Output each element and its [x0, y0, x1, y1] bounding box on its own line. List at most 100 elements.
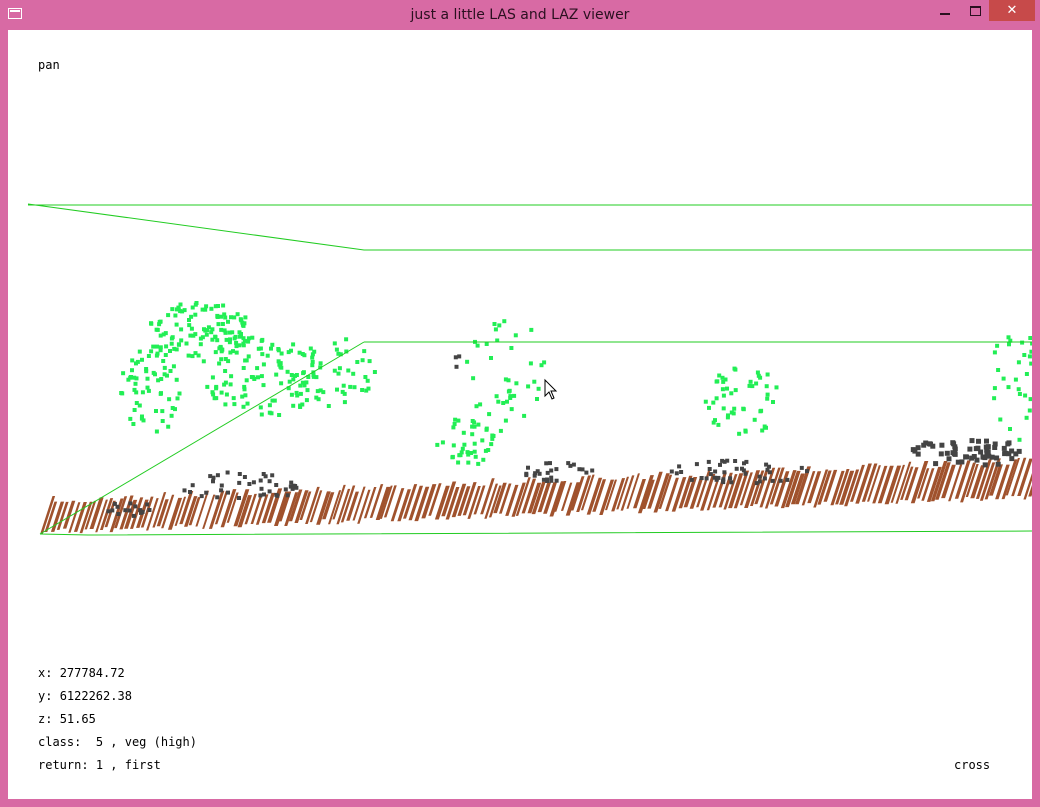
vegetation-point: [151, 344, 156, 349]
vegetation-point: [216, 304, 220, 308]
vegetation-point: [243, 315, 248, 320]
vegetation-point: [187, 318, 191, 322]
unclassified-point: [706, 459, 711, 464]
vegetation-point: [348, 384, 353, 389]
unclassified-point: [548, 461, 552, 466]
vegetation-point: [237, 330, 242, 335]
vegetation-point: [1017, 392, 1022, 396]
vegetation-point: [451, 425, 456, 430]
vegetation-point: [305, 388, 310, 393]
vegetation-point: [154, 409, 158, 413]
class-label: class:: [38, 735, 82, 749]
unclassified-point: [699, 476, 704, 480]
unclassified-point: [237, 480, 242, 485]
vegetation-point: [363, 375, 368, 379]
vegetation-point: [198, 336, 203, 341]
unclassified-point: [270, 473, 275, 478]
vegetation-point: [242, 321, 247, 326]
unclassified-point: [128, 501, 133, 506]
point-cloud-viewport[interactable]: pan x: 277784.72 y: 6122262.38 z: 51.65 …: [8, 30, 1032, 799]
vegetation-point: [342, 400, 347, 405]
vegetation-point: [221, 303, 226, 308]
vegetation-point: [130, 358, 135, 363]
vegetation-point: [160, 419, 165, 423]
unclassified-point: [204, 490, 209, 495]
vegetation-point: [187, 323, 192, 328]
vegetation-point: [1017, 437, 1022, 442]
vegetation-point: [747, 383, 752, 388]
unclassified-point: [757, 479, 762, 484]
vegetation-point: [714, 379, 719, 384]
vegetation-point: [484, 426, 489, 431]
unclassified-point: [533, 471, 538, 476]
vegetation-point: [244, 378, 249, 383]
z-coordinate-readout: z: 51.65: [38, 712, 96, 726]
minimize-button[interactable]: [930, 0, 960, 22]
unclassified-point: [984, 438, 989, 444]
vegetation-point: [528, 361, 533, 366]
unclassified-point: [571, 462, 576, 467]
vegetation-point: [470, 424, 475, 429]
vegetation-point: [501, 401, 506, 405]
vegetation-point: [471, 376, 476, 381]
vegetation-point: [720, 387, 725, 392]
return-number: 1: [95, 758, 104, 772]
unclassified-point: [992, 441, 998, 447]
vegetation-point: [215, 315, 220, 319]
vegetation-point: [231, 396, 236, 401]
vegetation-point: [209, 306, 214, 311]
vegetation-point: [535, 397, 539, 401]
vegetation-point: [1028, 336, 1032, 340]
vegetation-point: [289, 392, 294, 397]
vegetation-point: [285, 369, 290, 374]
unclassified-point: [1013, 451, 1019, 457]
vegetation-point: [490, 436, 495, 441]
vegetation-point: [289, 373, 294, 377]
unclassified-point: [131, 513, 136, 518]
vegetation-point: [310, 359, 315, 364]
vegetation-point: [733, 388, 738, 393]
vegetation-point: [522, 413, 527, 418]
vegetation-point: [765, 372, 770, 377]
vegetation-point: [308, 346, 313, 351]
vegetation-point: [131, 422, 136, 426]
vegetation-point: [336, 351, 341, 356]
vegetation-point: [1006, 385, 1011, 390]
vegetation-point: [146, 388, 151, 393]
vegetation-point: [137, 403, 142, 408]
vegetation-point: [1024, 415, 1029, 420]
vegetation-point: [721, 393, 726, 398]
point-cloud-canvas[interactable]: [8, 30, 1032, 799]
vegetation-point: [259, 374, 264, 379]
vegetation-point: [213, 334, 218, 339]
vegetation-point: [134, 361, 138, 366]
vegetation-point: [725, 386, 729, 391]
vegetation-point: [133, 381, 138, 386]
vegetation-point: [198, 342, 203, 347]
vegetation-point: [351, 371, 356, 376]
unclassified-point: [208, 474, 213, 479]
title-bar[interactable]: just a little LAS and LAZ viewer ✕: [0, 0, 1040, 30]
unclassified-point: [704, 476, 709, 481]
vegetation-point: [145, 376, 150, 381]
vegetation-point: [513, 333, 518, 338]
vegetation-point: [233, 334, 238, 339]
unclassified-point: [720, 458, 725, 463]
window-title: just a little LAS and LAZ viewer: [410, 7, 630, 23]
unclassified-point: [938, 451, 944, 457]
vegetation-point: [234, 350, 239, 355]
maximize-button[interactable]: [960, 0, 990, 22]
vegetation-point: [466, 460, 471, 465]
vegetation-point: [344, 337, 349, 342]
vegetation-point: [476, 461, 481, 466]
vegetation-point: [1007, 342, 1011, 347]
close-button[interactable]: ✕: [989, 0, 1035, 21]
vegetation-point: [748, 379, 753, 384]
unclassified-point: [1006, 440, 1012, 446]
vegetation-point: [466, 452, 471, 457]
unclassified-point: [237, 496, 241, 500]
unclassified-point: [930, 443, 936, 449]
unclassified-point: [733, 459, 738, 463]
vegetation-point: [250, 335, 255, 340]
unclassified-point: [199, 494, 204, 499]
